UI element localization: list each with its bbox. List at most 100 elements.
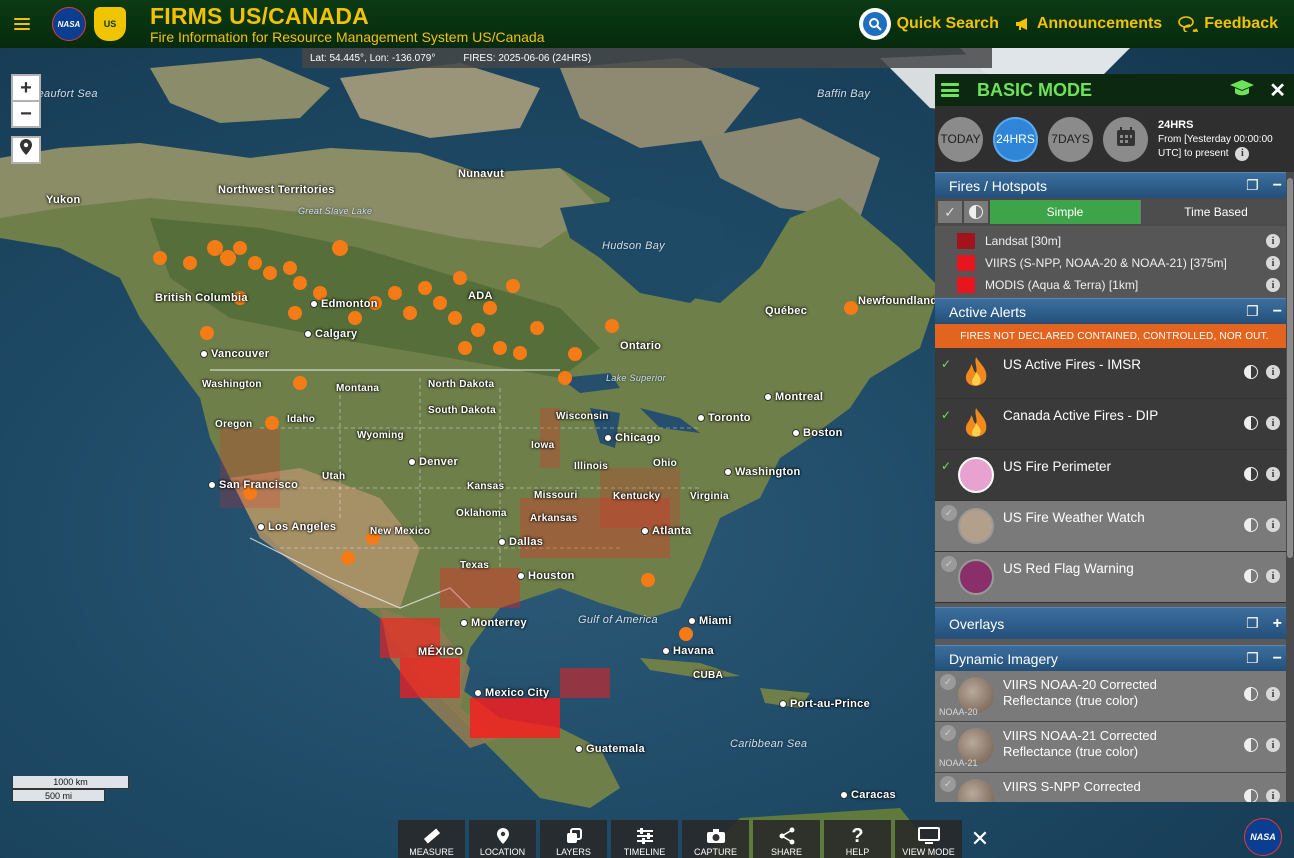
alert-us-fire-weather-watch[interactable]: ✓ US Fire Weather Watch i xyxy=(935,501,1294,552)
layers-button[interactable]: LAYERS xyxy=(540,820,607,858)
info-icon[interactable]: i xyxy=(1266,569,1280,583)
city-denver: Denver xyxy=(408,456,458,468)
sensor-modis[interactable]: MODIS (Aqua & Terra) [1km] i xyxy=(935,274,1294,296)
mode-simple-tab[interactable]: Simple xyxy=(990,200,1140,224)
announcements-button[interactable]: Announcements xyxy=(1015,15,1162,33)
capture-button[interactable]: CAPTURE xyxy=(682,820,749,858)
check-icon[interactable]: ✓ xyxy=(941,459,951,473)
help-button[interactable]: ? HELP xyxy=(824,820,891,858)
sensor-landsat[interactable]: Landsat [30m] i xyxy=(935,230,1294,252)
select-all-checkbox[interactable]: ✓ xyxy=(938,201,962,223)
time-7days-button[interactable]: 7DAYS xyxy=(1048,116,1093,162)
coordinate-readout: Lat: 54.445°, Lon: -136.079° FIRES: 2025… xyxy=(302,48,992,68)
brand: FIRMS US/CANADA Fire Information for Res… xyxy=(150,4,545,45)
time-range-info: 24HRS From [Yesterday 00:00:00 UTC] to p… xyxy=(1158,118,1273,161)
info-icon[interactable]: i xyxy=(1266,518,1280,532)
info-icon[interactable]: i xyxy=(1266,365,1280,379)
imagery-viirs-noaa21[interactable]: ✓ NOAA-21 VIIRS NOAA-21 Corrected Reflect… xyxy=(935,722,1294,773)
sensor-label: VIIRS (S-NPP, NOAA-20 & NOAA-21) [375m] xyxy=(985,256,1227,270)
expand-icon[interactable]: + xyxy=(1273,615,1282,633)
collapse-icon[interactable]: − xyxy=(1273,177,1282,195)
share-button[interactable]: SHARE xyxy=(753,820,820,858)
mode-time-based-tab[interactable]: Time Based xyxy=(1140,200,1291,224)
sensor-viirs[interactable]: VIIRS (S-NPP, NOAA-20 & NOAA-21) [375m] … xyxy=(935,252,1294,274)
panel-menu-icon[interactable] xyxy=(941,83,959,97)
copy-icon[interactable]: ❐ xyxy=(1246,303,1259,320)
info-icon[interactable]: i xyxy=(1266,278,1280,292)
info-icon[interactable]: i xyxy=(1266,234,1280,248)
zoom-in-button[interactable]: + xyxy=(11,74,41,102)
section-fires-header[interactable]: Fires / Hotspots ❐ − xyxy=(935,172,1294,198)
info-icon[interactable]: i xyxy=(1266,789,1280,802)
opacity-icon[interactable] xyxy=(1244,738,1258,752)
opacity-icon[interactable] xyxy=(1244,365,1258,379)
alert-us-red-flag-warning[interactable]: ✓ US Red Flag Warning i xyxy=(935,552,1294,603)
view-mode-button[interactable]: VIEW MODE xyxy=(895,820,962,858)
dynamic-imagery-list: ✓ NOAA-20 VIIRS NOAA-20 Corrected Reflect… xyxy=(935,671,1294,802)
check-icon[interactable]: ✓ xyxy=(940,776,956,792)
locate-button[interactable] xyxy=(11,136,41,164)
section-dynamic-imagery-title: Dynamic Imagery xyxy=(949,650,1058,667)
alert-us-active-fires[interactable]: ✓ US Active Fires - IMSR i xyxy=(935,348,1294,399)
copy-icon[interactable]: ❐ xyxy=(1246,650,1259,667)
opacity-icon[interactable] xyxy=(1244,518,1258,532)
label-north-dakota: North Dakota xyxy=(428,379,495,390)
zoom-out-button[interactable]: − xyxy=(11,100,41,128)
info-icon[interactable]: i xyxy=(1266,416,1280,430)
section-dynamic-imagery-header[interactable]: Dynamic Imagery ❐ − xyxy=(935,645,1294,671)
section-overlays-header[interactable]: Overlays ❐ + xyxy=(935,607,1294,639)
time-24hrs-button[interactable]: 24HRS xyxy=(993,116,1038,162)
quick-search-button[interactable]: Quick Search xyxy=(858,8,999,40)
city-monterrey: Monterrey xyxy=(460,617,527,629)
alert-canada-active-fires[interactable]: ✓ Canada Active Fires - DIP i xyxy=(935,399,1294,450)
check-icon[interactable]: ✓ xyxy=(941,556,957,572)
check-icon[interactable]: ✓ xyxy=(940,725,956,741)
check-icon[interactable]: ✓ xyxy=(941,505,957,521)
app-subtitle: Fire Information for Resource Management… xyxy=(150,28,545,45)
imagery-viirs-snpp[interactable]: ✓ VIIRS S-NPP Corrected i xyxy=(935,773,1294,802)
opacity-icon[interactable] xyxy=(1244,569,1258,583)
info-icon[interactable]: i xyxy=(1266,467,1280,481)
location-button[interactable]: LOCATION xyxy=(469,820,536,858)
collapse-icon[interactable]: − xyxy=(1273,650,1282,668)
info-icon[interactable]: i xyxy=(1266,687,1280,701)
time-today-button[interactable]: TODAY xyxy=(938,116,983,162)
calendar-button[interactable] xyxy=(1103,116,1148,162)
alert-label: US Fire Weather Watch xyxy=(1003,510,1145,525)
alert-us-fire-perimeter[interactable]: ✓ US Fire Perimeter i xyxy=(935,450,1294,501)
check-icon[interactable]: ✓ xyxy=(941,357,951,371)
opacity-icon[interactable] xyxy=(1244,467,1258,481)
scrollbar-thumb[interactable] xyxy=(1287,178,1293,558)
opacity-icon[interactable] xyxy=(1244,416,1258,430)
opacity-icon[interactable] xyxy=(1244,789,1258,802)
opacity-icon[interactable] xyxy=(1244,687,1258,701)
imagery-viirs-noaa20[interactable]: ✓ NOAA-20 VIIRS NOAA-20 Corrected Reflect… xyxy=(935,671,1294,722)
info-icon[interactable]: i xyxy=(1235,146,1250,161)
color-swatch xyxy=(957,233,975,249)
close-toolbar-button[interactable]: ✕ xyxy=(966,820,994,858)
city-caracas: Caracas xyxy=(840,789,896,801)
close-panel-icon[interactable]: ✕ xyxy=(1269,78,1286,103)
copy-icon[interactable]: ❐ xyxy=(1246,177,1259,194)
label-ontario: Ontario xyxy=(620,340,662,352)
info-icon[interactable]: i xyxy=(1266,738,1280,752)
section-alerts-header[interactable]: Active Alerts ❐ − xyxy=(935,298,1294,324)
city-calgary: Calgary xyxy=(304,328,357,340)
timeline-button[interactable]: TIMELINE xyxy=(611,820,678,858)
header-actions: Quick Search Announcements Feedback xyxy=(858,0,1294,48)
capture-label: CAPTURE xyxy=(693,847,737,857)
panel-scrollbar[interactable] xyxy=(1286,172,1294,802)
copy-icon[interactable]: ❐ xyxy=(1246,615,1259,632)
label-kansas: Kansas xyxy=(467,481,505,492)
graduation-cap-icon[interactable] xyxy=(1229,79,1255,102)
opacity-button[interactable] xyxy=(964,201,988,223)
info-icon[interactable]: i xyxy=(1266,256,1280,270)
main-menu-button[interactable] xyxy=(0,0,44,48)
check-icon[interactable]: ✓ xyxy=(941,408,951,422)
feedback-button[interactable]: Feedback xyxy=(1178,15,1278,33)
usfs-logo-text: US xyxy=(103,19,117,29)
measure-button[interactable]: MEASURE xyxy=(398,820,465,858)
city-washington-dc: Washington xyxy=(724,466,801,478)
check-icon[interactable]: ✓ xyxy=(940,674,956,690)
collapse-icon[interactable]: − xyxy=(1273,303,1282,321)
